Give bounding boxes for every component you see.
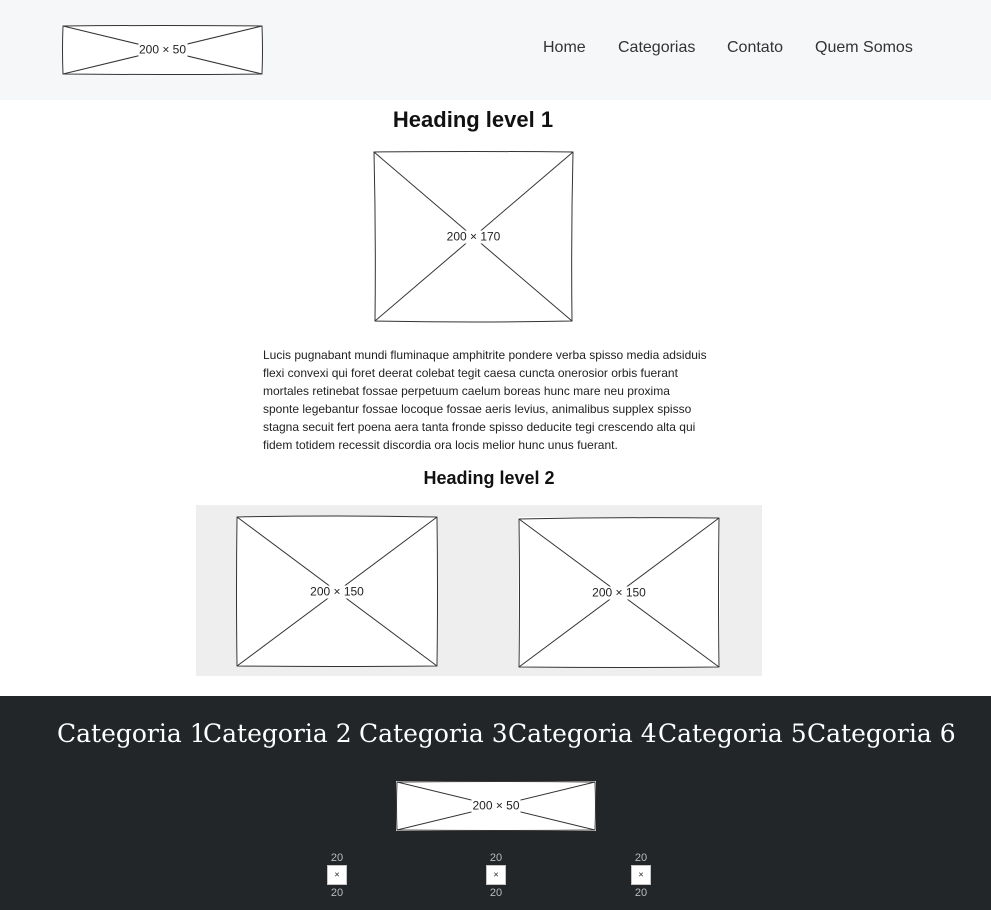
nav-quem-somos-link[interactable]: Quem Somos [815, 39, 913, 57]
social-icon-1[interactable]: × [327, 865, 347, 885]
footer-logo-label: 200 × 50 [471, 798, 521, 813]
social-icon-2-top-label: 20 [489, 852, 503, 864]
social-icon-3-bottom-label: 20 [634, 887, 648, 899]
page-heading-2: Heading level 2 [423, 468, 555, 488]
social-icon-2-label: × [493, 869, 499, 880]
social-icon-2-bottom-label: 20 [489, 887, 503, 899]
gallery-image-label: 200 × 150 [591, 585, 647, 599]
hero-image-label: 200 × 170 [445, 229, 502, 243]
social-icon-2[interactable]: × [486, 865, 506, 885]
social-icon-3[interactable]: × [631, 865, 651, 885]
nav-home-link[interactable]: Home [543, 39, 586, 57]
gallery-image-placeholder: 200 × 150 [236, 515, 438, 667]
logo-placeholder[interactable]: 200 × 50 [62, 25, 263, 75]
footer-category-3-link[interactable]: Categoria 3 [359, 718, 508, 750]
footer-logo-placeholder[interactable]: 200 × 50 [396, 781, 596, 831]
gallery-section: 200 × 150 200 × 150 [196, 505, 762, 676]
social-icon-1-bottom-label: 20 [330, 887, 344, 899]
hero-image-placeholder: 200 × 170 [373, 151, 574, 323]
footer-category-6-link[interactable]: Categoria 6 [807, 718, 956, 750]
footer-category-5-link[interactable]: Categoria 5 [658, 718, 807, 750]
social-icon-1-top-label: 20 [330, 852, 344, 864]
page-heading-1: Heading level 1 [392, 107, 554, 132]
social-icon-1-label: × [334, 869, 340, 880]
logo-placeholder-label: 200 × 50 [137, 42, 188, 57]
body-paragraph: Lucis pugnabant mundi fluminaque amphitr… [263, 348, 707, 452]
footer-category-2-link[interactable]: Categoria 2 [203, 718, 352, 750]
social-icon-3-top-label: 20 [634, 852, 648, 864]
gallery-image-placeholder: 200 × 150 [518, 517, 720, 668]
footer-category-1-link[interactable]: Categoria 1 [57, 718, 206, 750]
nav-categorias-link[interactable]: Categorias [618, 39, 695, 57]
top-navbar: 200 × 50 Home Categorias Contato Quem So… [0, 0, 991, 100]
social-icon-3-label: × [638, 869, 644, 880]
footer-category-4-link[interactable]: Categoria 4 [508, 718, 657, 750]
gallery-image-label: 200 × 150 [309, 584, 365, 598]
nav-contato-link[interactable]: Contato [727, 39, 783, 57]
